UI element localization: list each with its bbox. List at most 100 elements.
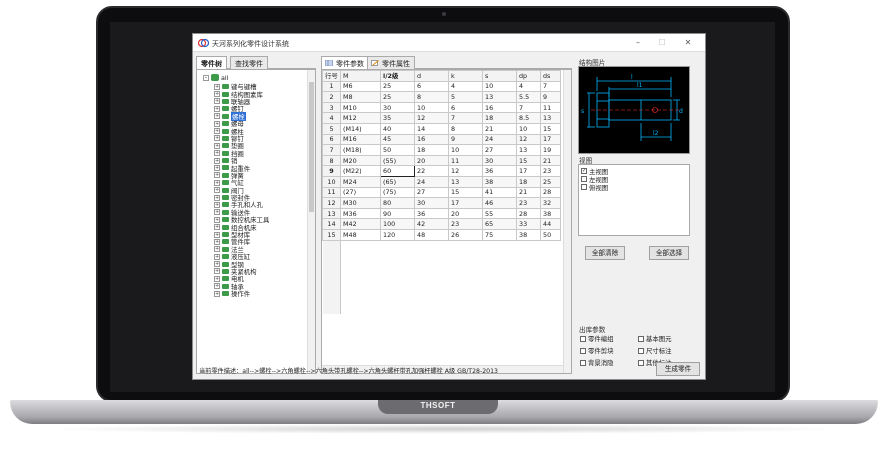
expand-icon[interactable]: +: [214, 179, 220, 186]
table-cell[interactable]: 23: [448, 218, 483, 230]
table-cell[interactable]: 10: [414, 101, 449, 114]
column-header[interactable]: 行号: [322, 70, 341, 82]
table-cell[interactable]: 80: [380, 197, 415, 209]
table-row[interactable]: 14 M42 100 42 23 65 33 44: [322, 218, 561, 230]
row-number[interactable]: 12: [322, 197, 341, 209]
collapse-icon[interactable]: –: [203, 74, 209, 81]
tab-find-part[interactable]: 查找零件: [230, 56, 268, 69]
table-cell[interactable]: 13: [516, 144, 541, 156]
table-cell[interactable]: 30: [414, 197, 449, 209]
column-header[interactable]: l/2级: [380, 70, 415, 82]
table-cell[interactable]: 24: [414, 175, 449, 188]
table-cell[interactable]: 60: [380, 165, 415, 177]
row-number[interactable]: 14: [322, 218, 341, 230]
table-cell[interactable]: 10: [482, 80, 517, 93]
table-cell[interactable]: 50: [540, 228, 561, 241]
expand-icon[interactable]: +: [214, 283, 220, 290]
table-cell[interactable]: 18: [414, 144, 449, 156]
tab-part-attrs[interactable]: 零件属性: [367, 56, 415, 69]
table-cell[interactable]: 50: [380, 144, 415, 156]
table-cell[interactable]: 7: [540, 80, 561, 93]
row-number[interactable]: 3: [322, 101, 341, 114]
table-cell[interactable]: 27: [482, 144, 517, 156]
output-option-dimension[interactable]: 尺寸标注: [638, 346, 672, 355]
column-header[interactable]: ds: [540, 70, 561, 82]
expand-icon[interactable]: +: [214, 224, 220, 231]
table-row[interactable]: 13 M36 90 36 20 55 28 38: [322, 207, 561, 220]
table-cell[interactable]: 11: [448, 154, 483, 167]
part-group-checkbox[interactable]: [580, 335, 586, 342]
minimize-button[interactable]: –: [631, 37, 645, 49]
table-cell[interactable]: 6: [414, 80, 449, 93]
table-cell[interactable]: 38: [516, 228, 541, 241]
row-number[interactable]: 10: [322, 175, 341, 188]
table-cell[interactable]: 12: [448, 165, 483, 177]
expand-icon[interactable]: +: [214, 238, 220, 245]
row-number[interactable]: 2: [322, 91, 341, 103]
expand-icon[interactable]: +: [214, 164, 220, 171]
table-cell[interactable]: 46: [482, 197, 517, 209]
table-cell[interactable]: 45: [380, 133, 415, 146]
table-cell[interactable]: M30: [340, 197, 381, 209]
table-cell[interactable]: 12: [516, 133, 541, 146]
table-cell[interactable]: 65: [482, 218, 517, 230]
table-cell[interactable]: 48: [414, 228, 449, 241]
table-cell[interactable]: 4: [516, 80, 541, 93]
row-number[interactable]: 13: [322, 207, 341, 220]
table-cell[interactable]: 25: [380, 91, 415, 103]
table-cell[interactable]: 12: [414, 112, 449, 124]
expand-icon[interactable]: +: [214, 128, 220, 135]
table-cell[interactable]: (M18): [340, 144, 381, 156]
table-cell[interactable]: M6: [340, 80, 381, 93]
clear-all-button[interactable]: 全部清除: [585, 246, 625, 260]
expand-icon[interactable]: +: [214, 216, 220, 223]
table-cell[interactable]: 17: [540, 133, 561, 146]
expand-icon[interactable]: +: [214, 231, 220, 238]
column-header[interactable]: d: [414, 70, 449, 82]
table-cell[interactable]: 32: [540, 197, 561, 209]
table-cell[interactable]: M12: [340, 112, 381, 124]
expand-icon[interactable]: +: [214, 209, 220, 216]
table-cell[interactable]: 21: [516, 186, 541, 199]
table-cell[interactable]: 4: [448, 80, 483, 93]
table-cell[interactable]: 18: [482, 112, 517, 124]
table-row[interactable]: 8 M20 (55) 20 11 30 15 21: [322, 154, 561, 167]
table-cell[interactable]: 30: [380, 101, 415, 114]
table-cell[interactable]: 27: [414, 186, 449, 199]
generate-part-button[interactable]: 生成零件: [656, 362, 700, 376]
expand-icon[interactable]: +: [214, 246, 220, 253]
table-row[interactable]: 12 M30 80 30 17 46 23 32: [322, 197, 561, 209]
output-option-basic[interactable]: 基本图元: [638, 334, 672, 343]
table-cell[interactable]: 55: [482, 207, 517, 220]
table-cell[interactable]: 28: [540, 186, 561, 199]
tab-part-tree[interactable]: 零件树: [196, 56, 227, 70]
table-cell[interactable]: 9: [448, 133, 483, 146]
table-cell[interactable]: 44: [540, 218, 561, 230]
table-cell[interactable]: 16: [414, 133, 449, 146]
expand-icon[interactable]: +: [214, 142, 220, 149]
table-cell[interactable]: 13: [540, 112, 561, 124]
table-cell[interactable]: (75): [380, 186, 415, 199]
tree-item[interactable]: + 挡圈: [214, 150, 269, 158]
tab-part-params[interactable]: 零件参数: [321, 56, 369, 70]
table-cell[interactable]: M20: [340, 154, 381, 167]
table-cell[interactable]: M8: [340, 91, 381, 103]
tree-scrollbar[interactable]: [307, 70, 315, 373]
table-cell[interactable]: 5: [448, 91, 483, 103]
table-cell[interactable]: 23: [540, 165, 561, 177]
expand-icon[interactable]: +: [214, 275, 220, 282]
table-cell[interactable]: 10: [516, 122, 541, 135]
table-row[interactable]: 7 (M18) 50 18 10 27 13 19: [322, 144, 561, 156]
table-row[interactable]: 4 M12 35 12 7 18 8.5 13: [322, 112, 561, 124]
table-row[interactable]: 3 M10 30 10 6 16 7 11: [322, 101, 561, 114]
front-view-checkbox[interactable]: ✓: [581, 168, 587, 174]
column-header[interactable]: s: [482, 70, 517, 82]
table-cell[interactable]: 38: [540, 207, 561, 220]
expand-icon[interactable]: +: [214, 172, 220, 179]
output-option-group[interactable]: 零件编组: [580, 334, 614, 343]
table-cell[interactable]: 17: [516, 165, 541, 177]
table-cell[interactable]: (M14): [340, 122, 381, 135]
expand-icon[interactable]: +: [214, 290, 220, 297]
expand-icon[interactable]: +: [214, 120, 220, 127]
table-cell[interactable]: 25: [380, 80, 415, 93]
